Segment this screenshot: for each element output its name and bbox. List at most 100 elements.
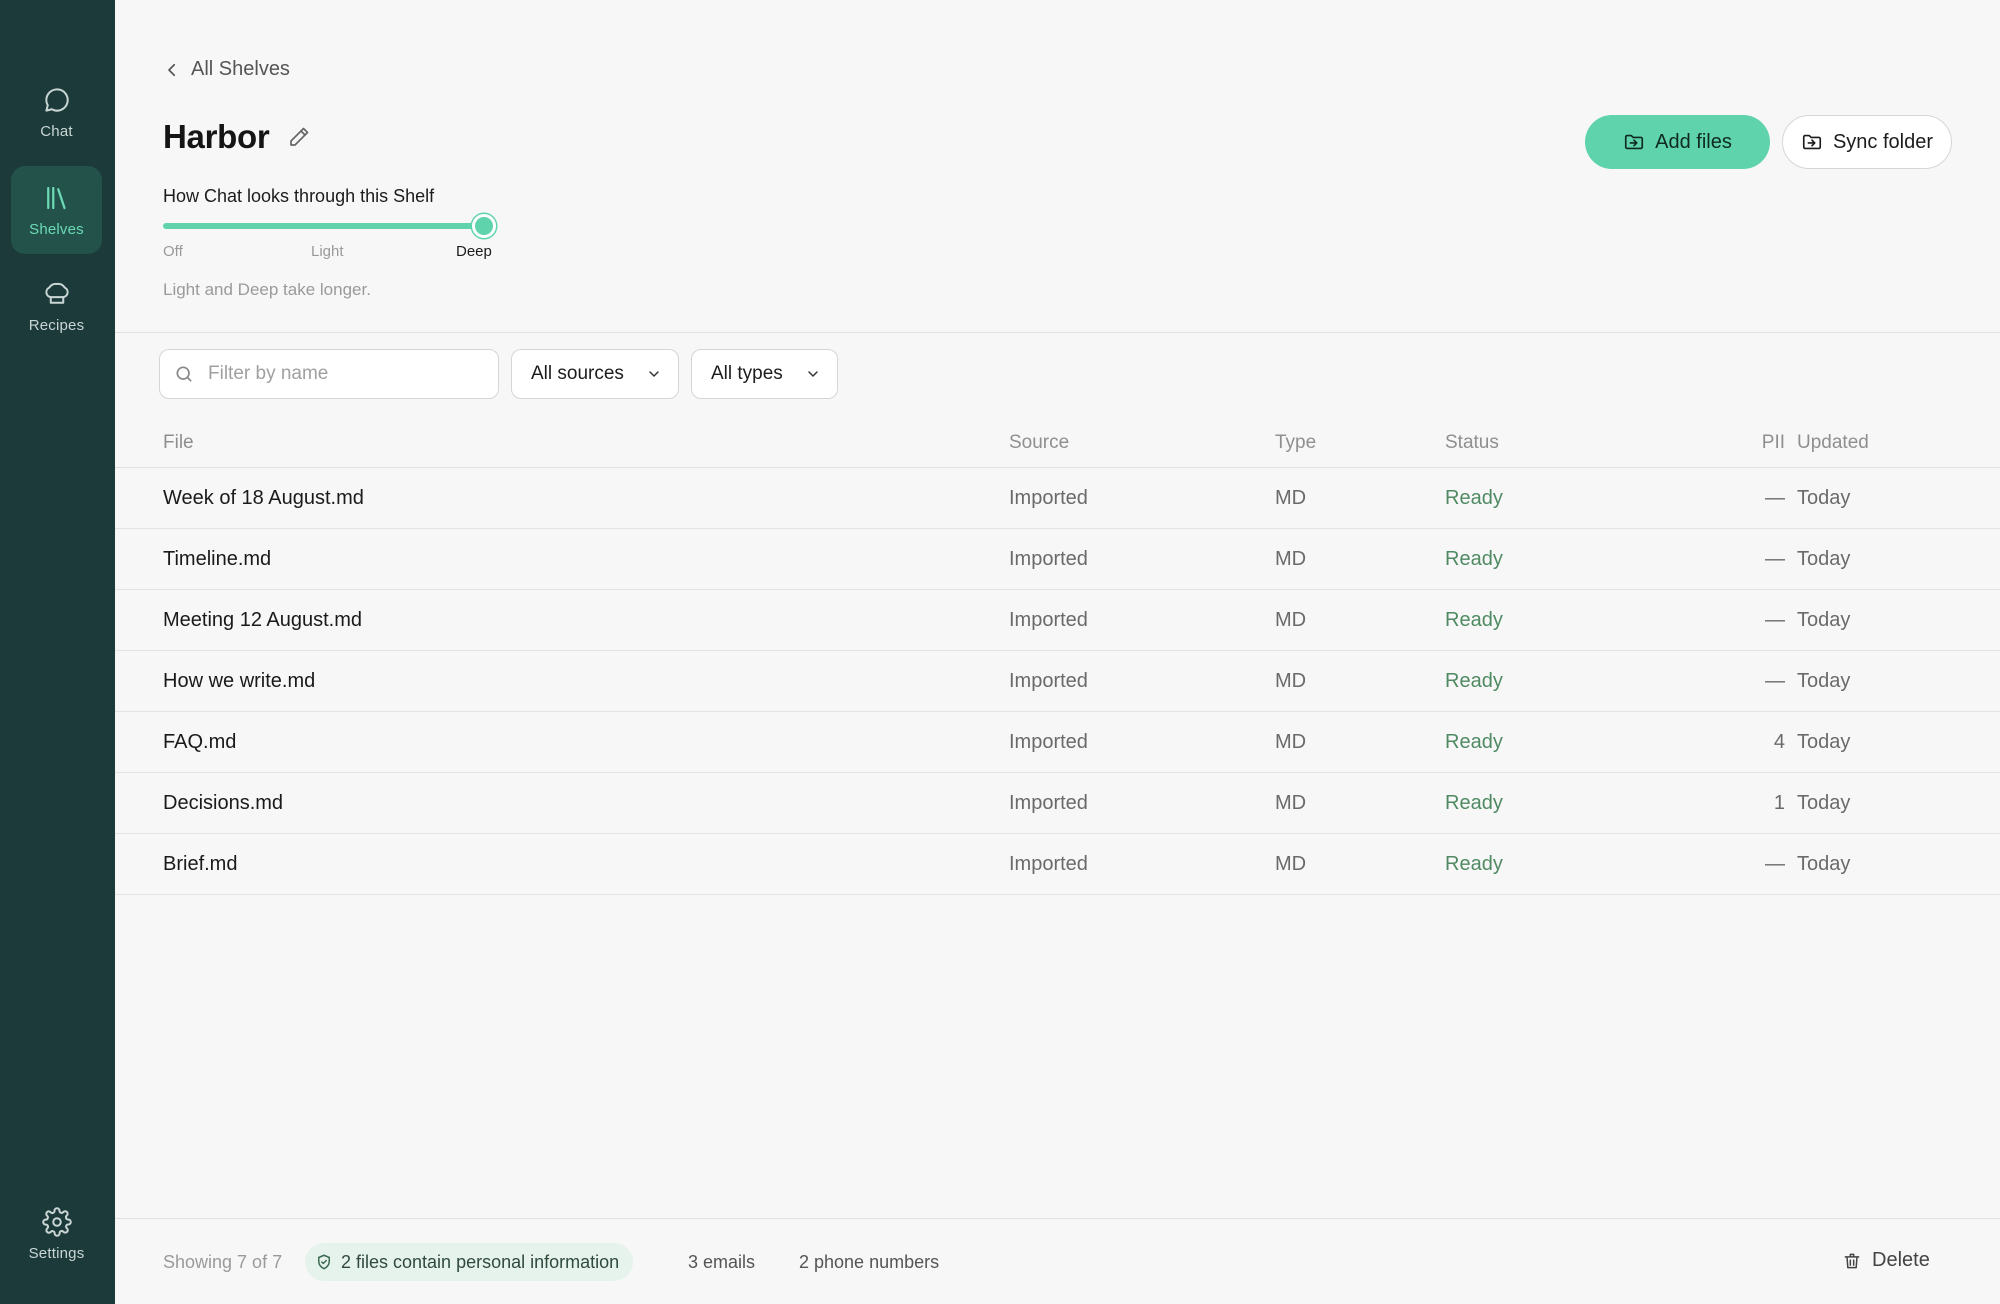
cell-file: Meeting 12 August.md bbox=[163, 609, 363, 631]
sidebar-item-label: Chat bbox=[40, 122, 73, 140]
back-link-label: All Shelves bbox=[191, 58, 290, 80]
pii-phones-count[interactable]: 2 phone numbers bbox=[799, 1252, 939, 1273]
chat-bubble-icon bbox=[44, 87, 69, 112]
cell-file: FAQ.md bbox=[163, 731, 237, 753]
search-input[interactable] bbox=[208, 363, 478, 385]
trash-icon bbox=[1844, 1253, 1860, 1268]
add-files-label: Add files bbox=[1655, 130, 1732, 153]
table-row[interactable]: Meeting 12 August.md Imported MD Ready — Toda… bbox=[115, 590, 2000, 651]
cell-updated: Today bbox=[1797, 487, 1851, 509]
cell-source: Imported bbox=[1009, 853, 1088, 875]
pencil-icon[interactable] bbox=[287, 125, 311, 149]
pii-summary-label: 2 files contain personal information bbox=[341, 1251, 620, 1272]
sidebar-item-label: Recipes bbox=[28, 316, 85, 334]
cell-type: MD bbox=[1275, 609, 1307, 631]
table-header: File Source Type Status PII Updated bbox=[115, 418, 2000, 468]
cell-updated: Today bbox=[1797, 609, 1851, 631]
sidebar-item-label: Settings bbox=[28, 1244, 85, 1262]
depth-stop-off[interactable]: Off bbox=[163, 243, 183, 260]
library-icon bbox=[46, 186, 66, 209]
sidebar-item-chat[interactable]: Chat bbox=[11, 68, 102, 156]
sources-dropdown-value: All sources bbox=[531, 363, 624, 384]
depth-stop-light[interactable]: Light bbox=[311, 243, 344, 260]
cell-pii: — bbox=[1765, 487, 1785, 509]
cell-updated: Today bbox=[1797, 731, 1851, 753]
chef-hat-icon bbox=[44, 282, 69, 304]
cell-status: Ready bbox=[1445, 548, 1503, 570]
table-row[interactable]: Week of 18 August.md Imported MD Ready — Toda… bbox=[115, 468, 2000, 529]
cell-file: Timeline.md bbox=[163, 548, 272, 570]
cell-updated: Today bbox=[1797, 548, 1851, 570]
cell-source: Imported bbox=[1009, 670, 1088, 692]
depth-slider-title: How Chat looks through this Shelf bbox=[163, 186, 435, 206]
cell-type: MD bbox=[1275, 792, 1307, 814]
cell-file: Week of 18 August.md bbox=[163, 487, 364, 509]
showing-count: Showing 7 of 7 bbox=[163, 1252, 283, 1272]
cell-type: MD bbox=[1275, 548, 1307, 570]
column-header-updated[interactable]: Updated bbox=[1797, 418, 1869, 468]
cell-pii: 1 bbox=[1773, 792, 1785, 814]
cell-updated: Today bbox=[1797, 792, 1851, 814]
shield-check-icon bbox=[318, 1254, 330, 1270]
cell-source: Imported bbox=[1009, 487, 1088, 509]
cell-updated: Today bbox=[1797, 670, 1851, 692]
sidebar-item-settings[interactable]: Settings bbox=[11, 1190, 102, 1278]
depth-slider-track[interactable] bbox=[163, 223, 487, 229]
cell-type: MD bbox=[1275, 853, 1307, 875]
cell-source: Imported bbox=[1009, 609, 1088, 631]
cell-type: MD bbox=[1275, 670, 1307, 692]
types-dropdown-value: All types bbox=[711, 363, 783, 384]
cell-source: Imported bbox=[1009, 792, 1088, 814]
cell-updated: Today bbox=[1797, 853, 1851, 875]
cell-source: Imported bbox=[1009, 548, 1088, 570]
sources-dropdown[interactable]: All sources bbox=[511, 349, 679, 399]
cell-status: Ready bbox=[1445, 792, 1503, 814]
column-header-pii[interactable]: PII bbox=[1735, 418, 1785, 468]
back-link[interactable]: All Shelves bbox=[163, 58, 290, 81]
column-header-source[interactable]: Source bbox=[1009, 418, 1069, 468]
sidebar-item-recipes[interactable]: Recipes bbox=[11, 262, 102, 350]
cell-pii: — bbox=[1765, 670, 1785, 692]
cell-status: Ready bbox=[1445, 731, 1503, 753]
delete-label: Delete bbox=[1872, 1249, 1930, 1271]
chevron-down-icon bbox=[808, 371, 818, 377]
sync-folder-button[interactable]: Sync folder bbox=[1782, 115, 1952, 169]
cell-pii: — bbox=[1765, 548, 1785, 570]
gear-icon bbox=[41, 1206, 72, 1237]
cell-status: Ready bbox=[1445, 853, 1503, 875]
table-row[interactable]: How we write.md Imported MD Ready — Today bbox=[115, 651, 2000, 712]
footer-bar: Showing 7 of 7 2 files contain personal … bbox=[115, 1218, 2000, 1304]
search-icon bbox=[176, 366, 192, 382]
chevron-down-icon bbox=[649, 371, 659, 377]
folder-sync-icon bbox=[1802, 134, 1822, 150]
pii-summary-badge[interactable]: 2 files contain personal information bbox=[305, 1243, 634, 1281]
cell-type: MD bbox=[1275, 487, 1307, 509]
title-row: Harbor bbox=[163, 118, 311, 156]
cell-pii: — bbox=[1765, 853, 1785, 875]
depth-slider-handle[interactable] bbox=[472, 214, 496, 238]
cell-file: Decisions.md bbox=[163, 792, 284, 814]
column-header-status[interactable]: Status bbox=[1445, 418, 1499, 468]
divider bbox=[115, 332, 2000, 333]
cell-source: Imported bbox=[1009, 731, 1088, 753]
cell-file: Brief.md bbox=[163, 853, 238, 875]
sidebar-item-shelves[interactable]: Shelves bbox=[11, 166, 102, 254]
table-row[interactable]: FAQ.md Imported MD Ready 4 Today bbox=[115, 712, 2000, 773]
table-row[interactable]: Timeline.md Imported MD Ready — Today bbox=[115, 529, 2000, 590]
table-row[interactable]: Brief.md Imported MD Ready — Today bbox=[115, 834, 2000, 895]
table-row[interactable]: Decisions.md Imported MD Ready 1 Today bbox=[115, 773, 2000, 834]
page-title: Harbor bbox=[163, 118, 270, 155]
column-header-file[interactable]: File bbox=[163, 418, 194, 468]
search-field[interactable] bbox=[159, 349, 499, 399]
chevron-left-icon bbox=[168, 63, 176, 76]
sidebar-item-label: Shelves bbox=[29, 220, 84, 238]
pii-emails-count[interactable]: 3 emails bbox=[688, 1252, 755, 1273]
sync-folder-label: Sync folder bbox=[1832, 130, 1934, 153]
add-files-button[interactable]: Add files bbox=[1585, 115, 1770, 169]
types-dropdown[interactable]: All types bbox=[691, 349, 838, 399]
delete-button[interactable]: Delete bbox=[1842, 1249, 1930, 1272]
cell-file: How we write.md bbox=[163, 670, 316, 692]
cell-status: Ready bbox=[1445, 670, 1503, 692]
column-header-type[interactable]: Type bbox=[1275, 418, 1316, 468]
depth-stop-deep[interactable]: Deep bbox=[456, 243, 492, 260]
